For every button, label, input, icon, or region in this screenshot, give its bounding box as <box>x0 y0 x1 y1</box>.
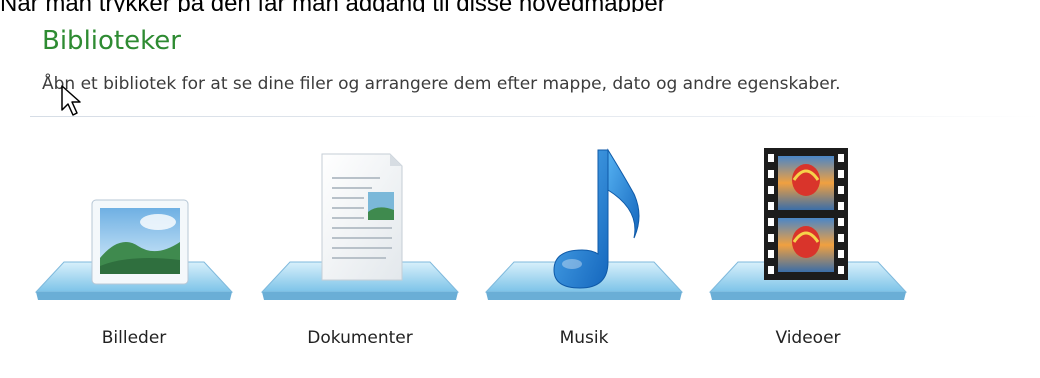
mouse-cursor-icon <box>61 85 81 116</box>
documents-library-icon <box>260 153 460 300</box>
library-documents[interactable]: Dokumenter <box>260 142 460 362</box>
library-label: Videoer <box>775 328 841 348</box>
library-pictures[interactable]: Billeder <box>34 142 234 362</box>
library-label: Dokumenter <box>307 328 413 348</box>
library-label: Musik <box>559 328 609 348</box>
music-library-icon <box>484 148 684 300</box>
page-subtitle: Åbn et bibliotek for at se dine filer og… <box>42 74 841 94</box>
library-music[interactable]: Musik <box>484 142 684 362</box>
library-label: Billeder <box>101 328 167 348</box>
header-divider <box>30 116 1040 117</box>
page-title: Biblioteker <box>42 26 181 56</box>
libraries-panel: Biblioteker Åbn et bibliotek for at se d… <box>12 12 1040 378</box>
videos-library-icon <box>708 148 908 300</box>
pictures-library-icon <box>34 199 234 300</box>
library-videos[interactable]: Videoer <box>708 142 908 362</box>
